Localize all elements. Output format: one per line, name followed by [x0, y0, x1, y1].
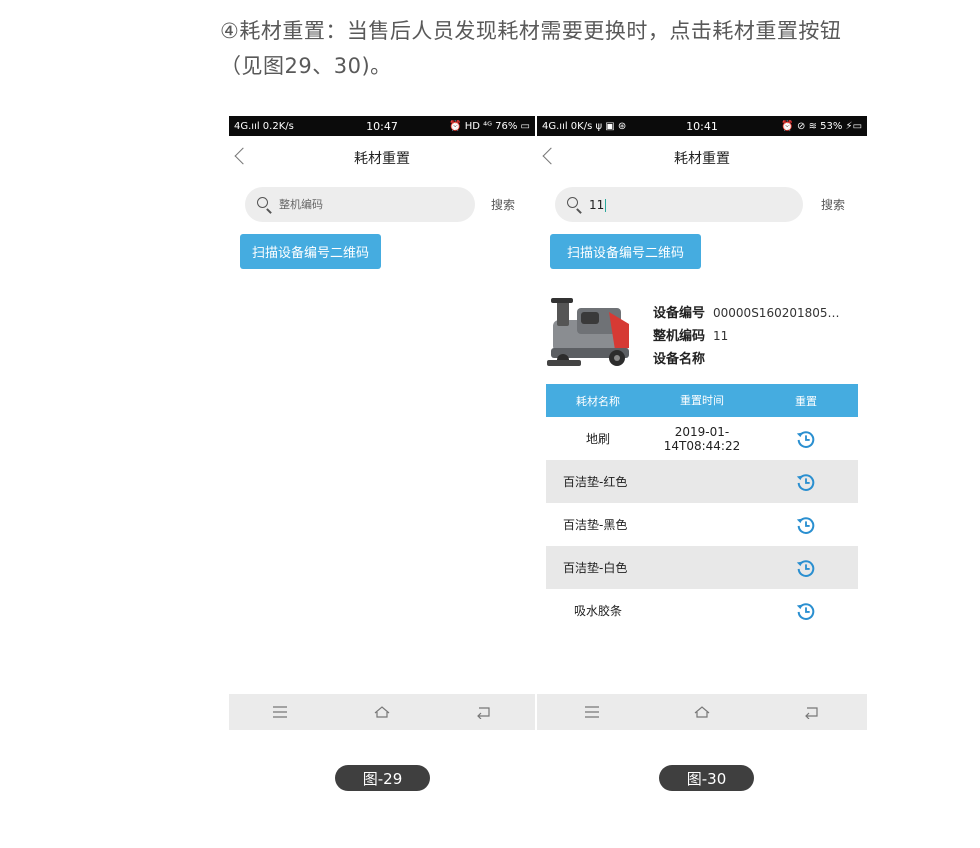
status-right: ⏰ HD ⁴ᴳ 76% ▭ [449, 120, 531, 132]
table-row: 吸水胶条 [546, 589, 858, 632]
menu-icon[interactable] [584, 705, 600, 719]
reset-history-icon[interactable] [795, 514, 817, 536]
intro-text: ④耗材重置：当售后人员发现耗材需要更换时，点击耗材重置按钮 （见图29、30)。 [220, 14, 960, 84]
consumables-table: 耗材名称 重置时间 重置 地刷 2019-01- 14T08:44:22 百洁垫… [546, 384, 858, 632]
status-left: 4G.ııl 0.2K/s [234, 120, 294, 132]
floor-scrubber-image [547, 298, 629, 366]
consumable-name: 地刷 [585, 432, 610, 446]
search-box[interactable] [245, 187, 475, 222]
home-icon[interactable] [374, 705, 390, 719]
page-title: 耗材重置 [674, 151, 730, 167]
consumable-name: 吸水胶条 [573, 604, 622, 618]
intro-line-1: ④耗材重置：当售后人员发现耗材需要更换时，点击耗材重置按钮 [220, 19, 842, 43]
figure-caption-29: 图-29 [335, 765, 430, 791]
search-input[interactable]: 11 [589, 197, 607, 212]
system-nav-bar [537, 694, 867, 730]
status-right: ⏰ ⊘ ≋ 53% ⚡▭ [781, 120, 863, 132]
device-id-label: 设备编号 [653, 306, 706, 321]
status-left: 4G.ııl 0K/s ψ ▣ ⊛ [542, 120, 627, 132]
machine-code-value: 11 [713, 329, 729, 343]
reset-history-icon[interactable] [795, 557, 817, 579]
reset-history-icon[interactable] [795, 428, 817, 450]
search-button[interactable]: 搜索 [491, 196, 515, 213]
nav-bar: 耗材重置 [537, 140, 867, 176]
intro-line-2: （见图29、30)。 [220, 54, 392, 78]
system-nav-bar [229, 694, 535, 730]
phone-screenshot-29: 4G.ııl 0.2K/s 10:47 ⏰ HD ⁴ᴳ 76% ▭ 耗材重置 搜… [229, 116, 535, 730]
header-reset: 重置 [795, 394, 817, 408]
device-info: 设备编号 00000S160201805… 整机编码 11 设备名称 [653, 302, 840, 371]
table-row: 百洁垫-红色 [546, 460, 858, 503]
machine-code-label: 整机编码 [653, 329, 706, 344]
search-icon [567, 196, 583, 214]
status-bar: 4G.ııl 0K/s ψ ▣ ⊛ 10:41 ⏰ ⊘ ≋ 53% ⚡▭ [537, 116, 867, 136]
table-row: 地刷 2019-01- 14T08:44:22 [546, 417, 858, 460]
figure-caption-30: 图-30 [659, 765, 754, 791]
device-name-label: 设备名称 [653, 352, 706, 367]
consumable-name: 百洁垫-黑色 [563, 518, 628, 532]
device-id-value: 00000S160201805… [713, 306, 840, 320]
scan-qr-button[interactable]: 扫描设备编号二维码 [550, 234, 701, 269]
reset-history-icon[interactable] [795, 600, 817, 622]
scan-qr-button[interactable]: 扫描设备编号二维码 [240, 234, 381, 269]
search-icon [257, 196, 273, 214]
text-cursor [605, 198, 607, 212]
phone-screenshot-30: 4G.ııl 0K/s ψ ▣ ⊛ 10:41 ⏰ ⊘ ≋ 53% ⚡▭ 耗材重… [537, 116, 867, 730]
search-value: 11 [589, 197, 605, 212]
search-box[interactable]: 11 [555, 187, 803, 222]
consumable-name: 百洁垫-白色 [563, 561, 628, 575]
consumable-name: 百洁垫-红色 [563, 475, 628, 489]
menu-icon[interactable] [272, 705, 288, 719]
table-row: 百洁垫-黑色 [546, 503, 858, 546]
status-bar: 4G.ııl 0.2K/s 10:47 ⏰ HD ⁴ᴳ 76% ▭ [229, 116, 535, 136]
back-icon[interactable] [476, 705, 492, 719]
table-header: 耗材名称 重置时间 重置 [546, 384, 858, 417]
search-input[interactable] [279, 198, 459, 211]
header-name: 耗材名称 [576, 394, 620, 408]
search-button[interactable]: 搜索 [821, 196, 845, 213]
status-time: 10:47 [366, 119, 398, 133]
home-icon[interactable] [694, 705, 710, 719]
table-row: 百洁垫-白色 [546, 546, 858, 589]
nav-bar: 耗材重置 [229, 140, 535, 176]
page-title: 耗材重置 [354, 151, 410, 167]
header-time: 重置时间 [680, 393, 724, 407]
back-icon[interactable] [804, 705, 820, 719]
reset-time: 2019-01- 14T08:44:22 [663, 424, 741, 453]
reset-history-icon[interactable] [795, 471, 817, 493]
status-time: 10:41 [686, 119, 718, 133]
